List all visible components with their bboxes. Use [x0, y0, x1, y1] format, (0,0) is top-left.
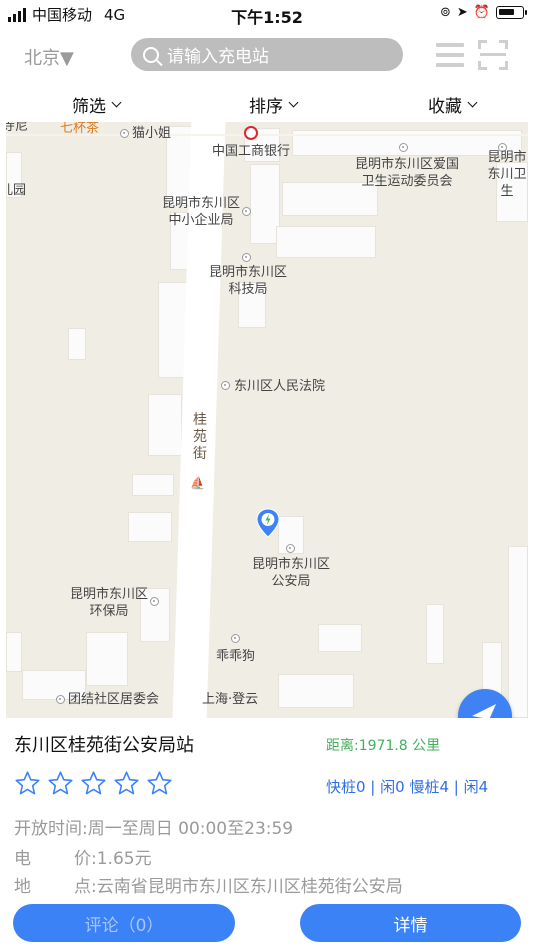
poi-label: 乖乖狗	[216, 649, 256, 664]
price-label: 电	[14, 849, 31, 869]
address-row: 地 点:云南省昆明市东川区东川区桂苑街公安局	[14, 872, 403, 897]
building	[128, 512, 172, 542]
charging-station-pin-icon[interactable]	[256, 508, 280, 538]
city-selector[interactable]: 北京▼	[24, 44, 74, 70]
road-label: 桂苑街	[193, 412, 207, 462]
building	[276, 226, 376, 258]
building	[426, 604, 444, 664]
station-distance: 距离:1971.8 公里	[326, 738, 441, 754]
building	[148, 394, 182, 456]
poi-label: 寺尼	[6, 122, 29, 134]
star-icon[interactable]	[146, 770, 173, 797]
search-icon	[143, 46, 159, 63]
star-icon[interactable]	[113, 770, 140, 797]
poi-marker-icon	[242, 207, 251, 216]
search-bar[interactable]: 请输入充电站	[131, 38, 403, 71]
poi-label: 昆明市东川区科技局	[208, 265, 287, 297]
building	[318, 624, 362, 652]
top-navigation: 北京▼ 请输入充电站	[0, 28, 534, 82]
price-row: 电 价:1.65元	[14, 844, 152, 869]
poi-label: 昆明市东川卫生	[487, 150, 527, 199]
sort-label: 排序	[249, 97, 283, 117]
poi-label: 昆明市东川区公安局	[251, 557, 330, 589]
poi-label: 昆明市东川区爱国卫生运动委员会	[354, 157, 459, 189]
poi-marker-icon	[231, 634, 240, 643]
bank-icon	[244, 126, 258, 140]
city-label: 北京▼	[24, 48, 74, 69]
poi-label: 七杯茶	[60, 122, 100, 136]
orientation-lock-icon: ⊚	[440, 5, 451, 20]
charging-pile-counts: 快桩0 | 闲0 慢桩4 | 闲4	[326, 778, 489, 796]
station-info-panel: 东川区桂苑街公安局站 距离:1971.8 公里 快桩0 | 闲0 慢桩4 | 闲…	[0, 718, 534, 950]
poi-marker-icon	[221, 381, 230, 390]
status-bar: 中国移动 4G 下午1:52 ⊚ ➤ ⏰	[0, 0, 534, 28]
comment-button[interactable]: 评论（0）	[13, 904, 235, 942]
poi-label: 中国工商银行	[212, 144, 291, 159]
open-hours: 开放时间:周一至周日 00:00至23:59	[14, 819, 294, 839]
sort-tab[interactable]: 排序	[249, 92, 299, 117]
poi-marker-icon	[286, 544, 295, 553]
building	[86, 632, 128, 686]
location-arrow-icon: ➤	[456, 5, 468, 20]
poi-marker-icon	[242, 253, 251, 262]
list-icon[interactable]	[436, 43, 464, 67]
detail-button[interactable]: 详情	[300, 904, 521, 942]
price-value: 价:1.65元	[74, 849, 152, 869]
favorites-label: 收藏	[428, 97, 462, 117]
chevron-down-icon	[111, 97, 122, 108]
address-value: 点:云南省昆明市东川区东川区桂苑街公安局	[74, 877, 403, 897]
favorites-tab[interactable]: 收藏	[428, 92, 478, 117]
chevron-down-icon	[467, 97, 478, 108]
bus-stop-icon: ⛵	[190, 476, 205, 490]
battery-icon	[496, 6, 527, 19]
building	[68, 328, 86, 360]
poi-marker-icon	[150, 597, 159, 606]
building	[278, 674, 354, 708]
filter-tab[interactable]: 筛选	[72, 92, 122, 117]
poi-marker-icon	[399, 143, 408, 152]
poi-label: 猫小姐	[132, 126, 172, 141]
map-view[interactable]: 寺尼 七杯茶 猫小姐 中国工商银行 昆明市东川区爱国卫生运动委员会 昆明市东川卫…	[6, 122, 528, 718]
poi-marker-icon	[56, 695, 65, 704]
scan-icon[interactable]	[478, 40, 508, 70]
poi-marker-icon	[120, 129, 129, 138]
star-icon[interactable]	[47, 770, 74, 797]
poi-label: 团结社区居委会	[68, 692, 160, 707]
star-icon[interactable]	[14, 770, 41, 797]
poi-label: 昆明市东川区中小企业局	[161, 196, 240, 228]
alarm-icon: ⏰	[473, 5, 490, 20]
building	[6, 632, 22, 672]
poi-label: 儿园	[6, 183, 27, 198]
poi-label: 上海·登云	[202, 692, 259, 707]
chevron-down-icon	[288, 97, 299, 108]
address-label: 地	[14, 877, 31, 897]
filter-label: 筛选	[72, 97, 106, 117]
filter-bar: 筛选 排序 收藏	[0, 82, 534, 122]
poi-label: 东川区人民法院	[234, 379, 326, 394]
search-placeholder: 请输入充电站	[167, 47, 269, 67]
rating-stars[interactable]	[14, 770, 173, 797]
building	[132, 474, 174, 496]
star-icon[interactable]	[80, 770, 107, 797]
poi-label: 昆明市东川区环保局	[69, 587, 148, 619]
station-name: 东川区桂苑街公安局站	[14, 735, 194, 756]
